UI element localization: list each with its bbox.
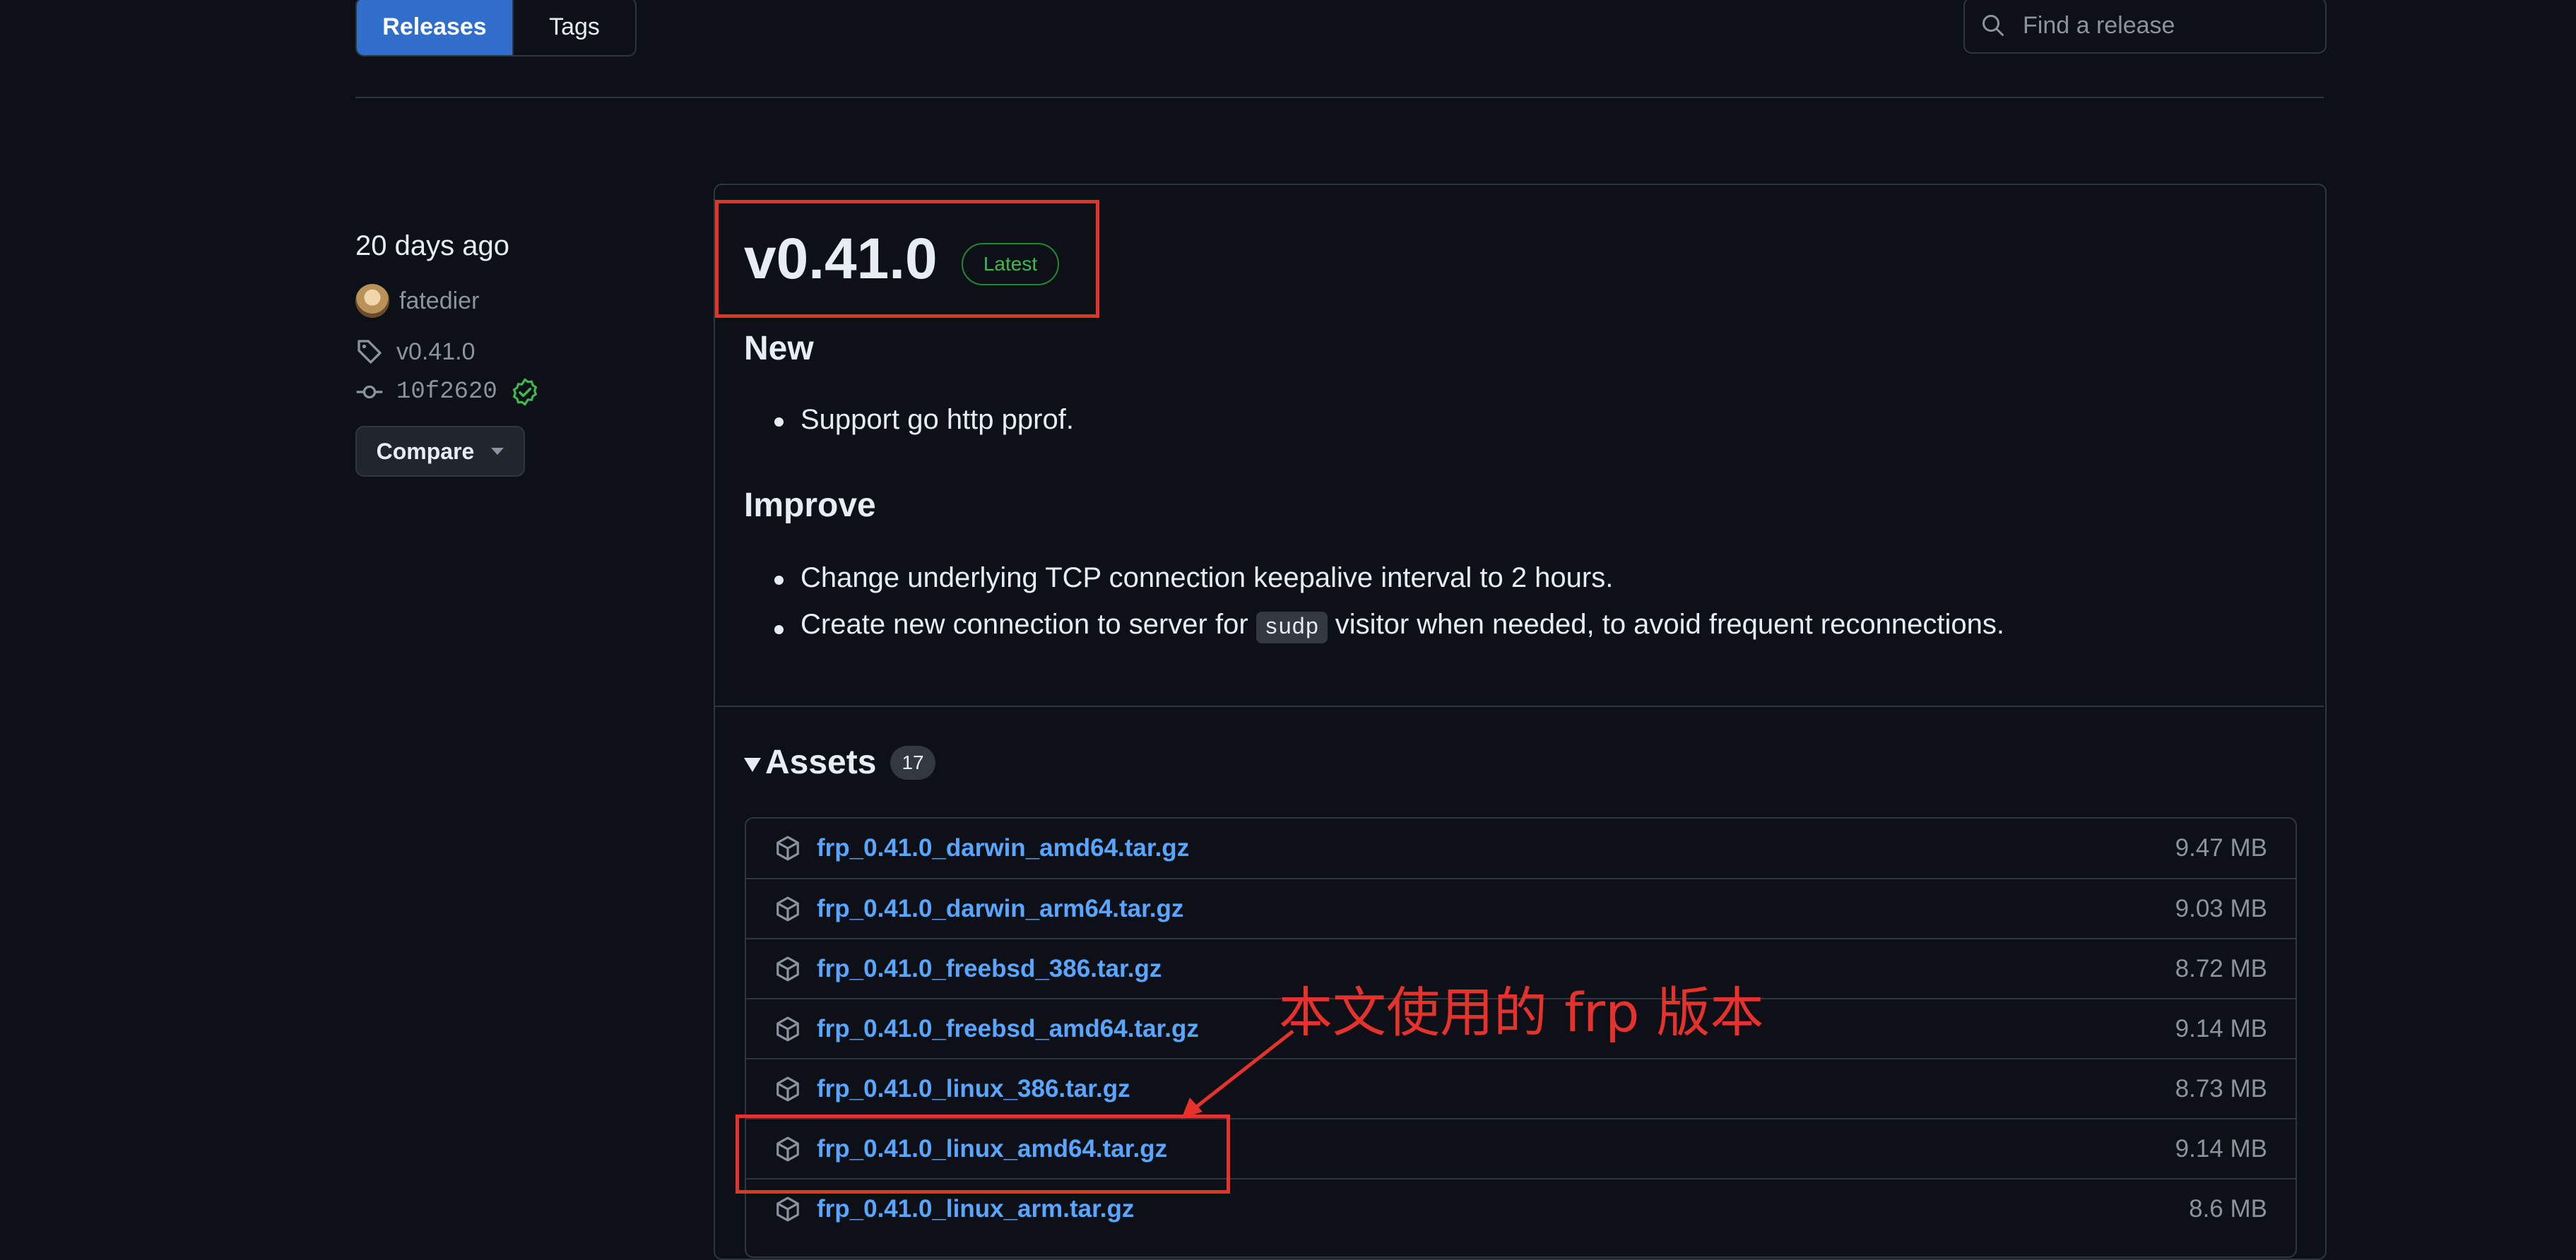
asset-link[interactable]: frp_0.41.0_freebsd_amd64.tar.gz: [817, 1015, 1199, 1043]
assets-toggle[interactable]: Assets 17: [744, 743, 935, 782]
asset-link[interactable]: frp_0.41.0_darwin_arm64.tar.gz: [817, 895, 1183, 923]
asset-size: 9.47 MB: [2175, 834, 2267, 862]
section-heading-new: New: [744, 330, 814, 367]
search-input[interactable]: [2021, 11, 2307, 40]
tag-link[interactable]: v0.41.0: [355, 338, 475, 366]
list-item: Change underlying TCP connection keepali…: [800, 562, 1614, 593]
asset-size: 9.14 MB: [2175, 1015, 2267, 1042]
triangle-down-icon: [744, 757, 761, 772]
search-icon: [1983, 15, 2004, 36]
chevron-down-icon: [491, 448, 504, 455]
section-heading-improve: Improve: [744, 487, 876, 524]
commit-link[interactable]: 10f2620: [355, 377, 540, 407]
author-link[interactable]: fatedier: [355, 284, 479, 318]
annotation-label: 本文使用的 frp 版本: [1279, 981, 1764, 1044]
asset-size: 8.73 MB: [2175, 1075, 2267, 1102]
tab-releases[interactable]: Releases: [357, 0, 512, 55]
inline-code: sudp: [1255, 612, 1328, 643]
asset-size: 8.6 MB: [2189, 1195, 2267, 1223]
tab-tags[interactable]: Tags: [512, 0, 635, 55]
list-bullet: [774, 576, 784, 585]
compare-label: Compare: [376, 438, 475, 464]
package-icon: [776, 956, 799, 982]
asset-size: 9.14 MB: [2175, 1135, 2267, 1163]
tag-name: v0.41.0: [396, 338, 475, 365]
assets-heading: Assets: [765, 744, 877, 781]
tag-icon: [358, 340, 382, 364]
verified-check-icon: [512, 378, 538, 406]
compare-button[interactable]: Compare: [355, 426, 525, 477]
package-icon: [776, 1196, 799, 1222]
package-icon: [776, 1016, 799, 1042]
annotation-box-title: [715, 200, 1099, 318]
asset-row: frp_0.41.0_linux_386.tar.gz 8.73 MB: [746, 1058, 2296, 1119]
assets-count-badge: 17: [890, 745, 935, 780]
list-item-text: visitor when needed, to avoid frequent r…: [1327, 609, 2004, 640]
annotation-box-asset: [735, 1115, 1230, 1194]
package-icon: [776, 1076, 799, 1102]
author-name: fatedier: [399, 287, 480, 314]
asset-link[interactable]: frp_0.41.0_linux_386.tar.gz: [817, 1075, 1130, 1103]
asset-row: frp_0.41.0_darwin_arm64.tar.gz 9.03 MB: [746, 878, 2296, 939]
card-divider: [715, 706, 2324, 707]
header-divider: [355, 97, 2324, 98]
asset-link[interactable]: frp_0.41.0_darwin_amd64.tar.gz: [817, 834, 1189, 862]
list-bullet: [774, 625, 784, 634]
package-icon: [776, 836, 799, 861]
list-item: Support go http pprof.: [800, 404, 1074, 435]
asset-size: 8.72 MB: [2175, 955, 2267, 982]
asset-row: frp_0.41.0_darwin_amd64.tar.gz 9.47 MB: [746, 819, 2296, 878]
asset-link[interactable]: frp_0.41.0_linux_arm.tar.gz: [817, 1195, 1134, 1223]
release-date: 20 days ago: [355, 230, 509, 261]
commit-icon: [356, 385, 383, 399]
package-icon: [776, 896, 799, 922]
release-search[interactable]: [1963, 0, 2327, 54]
commit-hash: 10f2620: [396, 379, 497, 405]
list-item: Create new connection to server for sudp…: [800, 609, 2004, 643]
release-tabs: Releases Tags: [355, 0, 637, 57]
list-bullet: [774, 417, 784, 427]
asset-link[interactable]: frp_0.41.0_freebsd_386.tar.gz: [817, 955, 1162, 983]
asset-size: 9.03 MB: [2175, 895, 2267, 922]
annotation-arrow-icon: [1181, 1030, 1294, 1119]
list-item-text: Create new connection to server for: [800, 609, 1256, 640]
avatar: [355, 284, 389, 318]
